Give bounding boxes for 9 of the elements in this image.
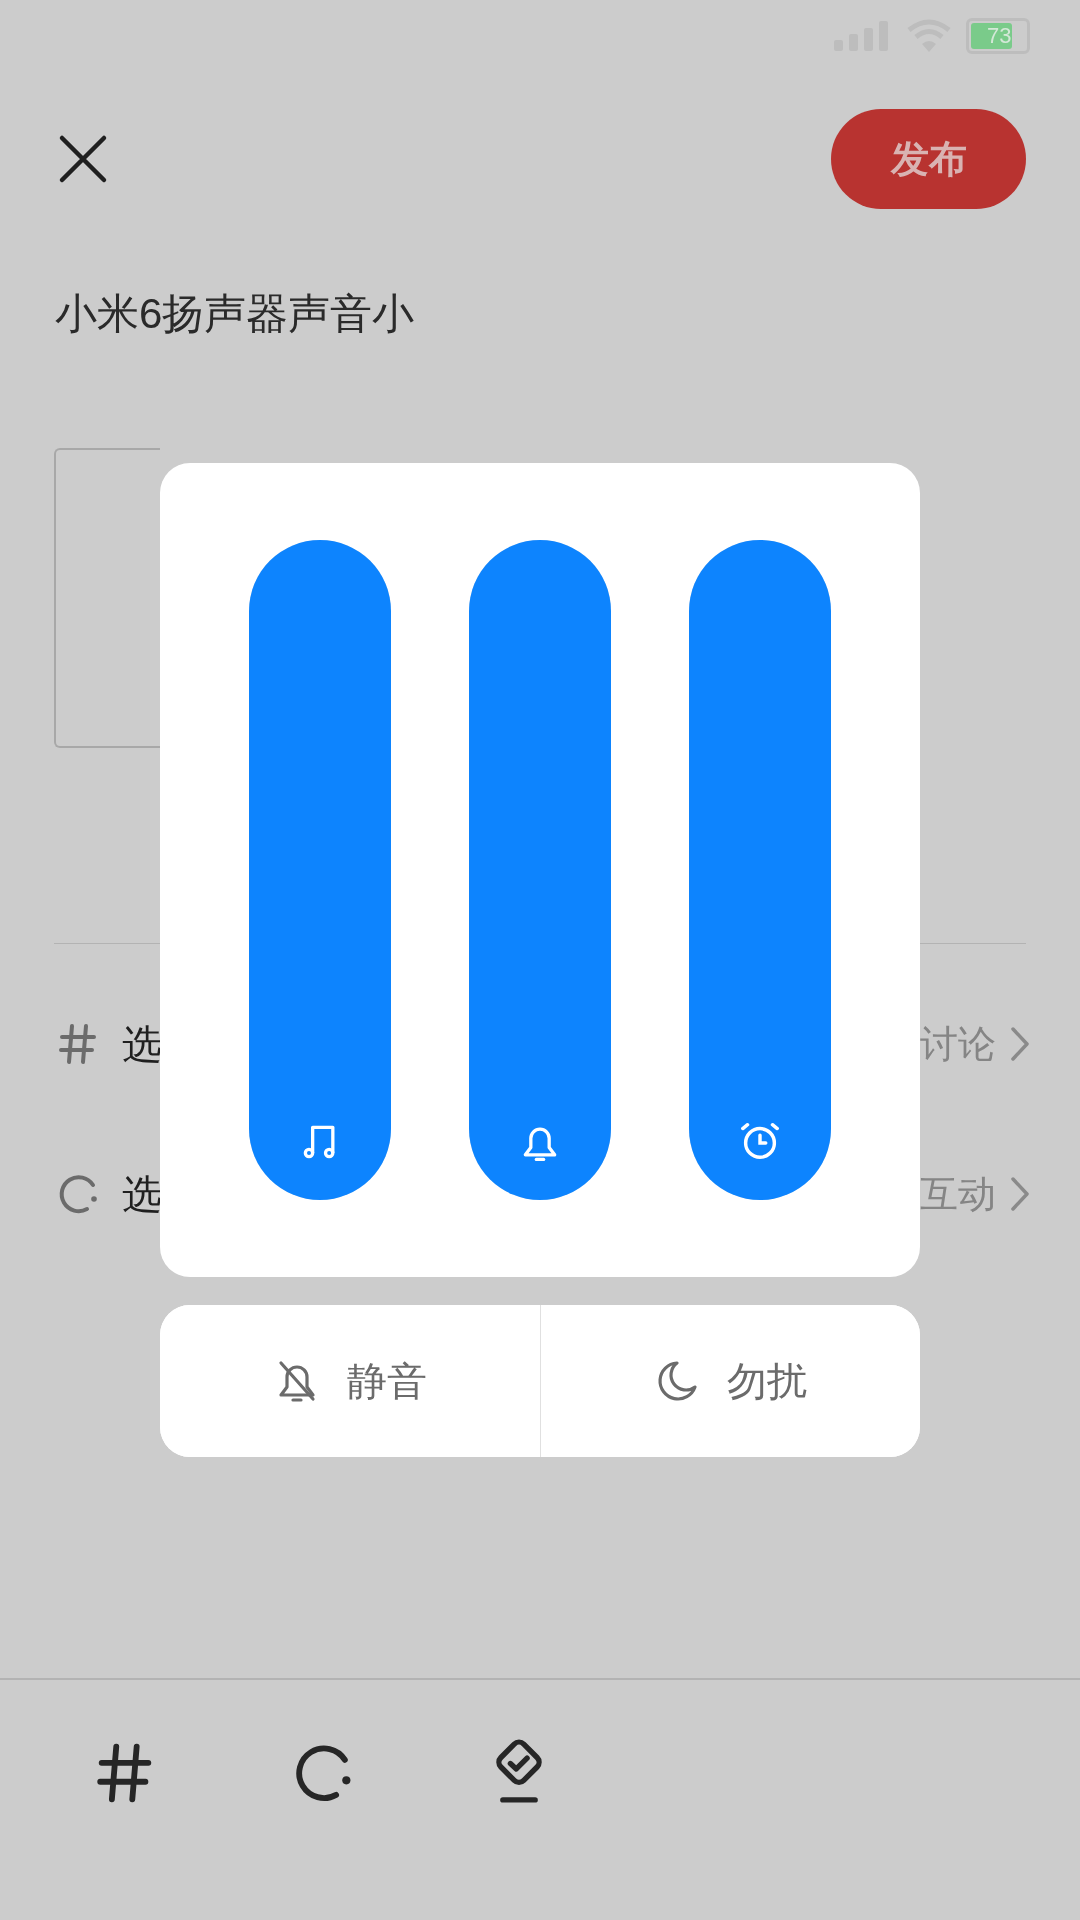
- post-title: 小米6扬声器声音小: [55, 289, 416, 339]
- chevron-right-icon: [1010, 1176, 1030, 1212]
- close-icon[interactable]: [58, 134, 108, 184]
- battery-level: 73: [971, 23, 1012, 49]
- publish-button[interactable]: 发布: [831, 109, 1026, 209]
- chevron-right-icon: [1010, 1026, 1030, 1062]
- option-label[interactable]: 选: [122, 1166, 162, 1222]
- mode-button[interactable]: 勿扰: [539, 1305, 920, 1457]
- option-label[interactable]: 选: [122, 1016, 162, 1072]
